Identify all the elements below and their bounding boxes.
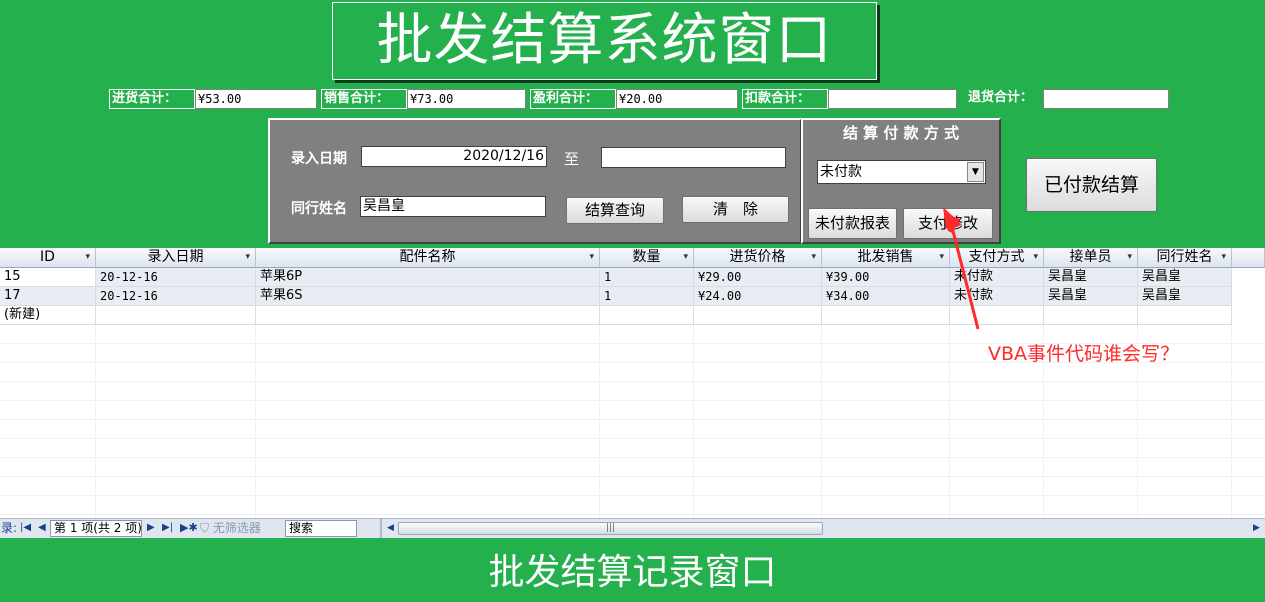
next-record-icon[interactable]: ▶ <box>147 519 155 538</box>
paid-settlement-button[interactable]: 已付款结算 <box>1026 158 1157 212</box>
table-cell[interactable]: 1 <box>600 268 694 287</box>
record-position-field[interactable]: 第 1 项(共 2 项) <box>50 520 142 537</box>
column-header-receiver[interactable]: 接单员 ▾ <box>1044 248 1138 268</box>
purchase-total-label: 进货合计： <box>109 89 195 109</box>
filter-panel: 录入日期 2020/12/16 至 同行姓名 吴昌皇 结算查询 清 除 <box>268 118 802 244</box>
table-cell[interactable]: 苹果6S <box>256 287 600 306</box>
record-navigation-bar: 录: |◀ ◀ 第 1 项(共 2 项) ▶ ▶| ▶✱ ⛉ 无筛选器 搜索 ◀… <box>0 518 1265 538</box>
table-cell[interactable] <box>600 306 694 325</box>
dropdown-arrow-icon[interactable]: ▾ <box>245 248 250 267</box>
profit-total-label: 盈利合计： <box>530 89 616 109</box>
record-datasheet[interactable]: ID ▾ 录入日期 ▾ 配件名称 ▾ 数量 ▾ 进货价格 ▾ 批发销售 ▾ 支付方式 ▾ 接单… <box>0 248 1265 518</box>
date-to-field[interactable] <box>601 147 786 168</box>
dropdown-arrow-icon[interactable]: ▾ <box>811 248 816 267</box>
filter-icon: ⛉ <box>200 521 210 535</box>
table-cell[interactable] <box>1138 306 1232 325</box>
new-record-row[interactable]: (新建) <box>0 306 96 325</box>
table-cell[interactable] <box>694 306 822 325</box>
dropdown-arrow-icon[interactable]: ▾ <box>85 248 90 267</box>
page-title: 批发结算系统窗口 <box>332 2 877 80</box>
deduction-total-label: 扣款合计： <box>742 89 828 109</box>
table-cell[interactable]: 15 <box>0 268 96 287</box>
table-cell[interactable] <box>96 306 256 325</box>
table-cell[interactable] <box>256 306 600 325</box>
sales-total-field[interactable]: ¥73.00 <box>407 89 526 109</box>
deduction-total-field[interactable] <box>828 89 957 109</box>
column-header-part-name[interactable]: 配件名称 ▾ <box>256 248 600 268</box>
table-cell[interactable]: 20-12-16 <box>96 287 256 306</box>
dropdown-arrow-icon[interactable]: ▾ <box>683 248 688 267</box>
new-record-icon[interactable]: ▶✱ <box>180 519 198 538</box>
search-input[interactable]: 搜索 <box>285 520 357 537</box>
dropdown-arrow-icon[interactable]: ▾ <box>589 248 594 267</box>
column-header-entry-date[interactable]: 录入日期 ▾ <box>96 248 256 268</box>
table-cell[interactable]: 17 <box>0 287 96 306</box>
column-header-quantity[interactable]: 数量 ▾ <box>600 248 694 268</box>
red-arrow-annotation <box>943 207 980 330</box>
peer-name-label: 同行姓名 <box>291 201 347 217</box>
annotation-text: VBA事件代码谁会写？ <box>988 343 1180 365</box>
last-record-icon[interactable]: ▶| <box>162 519 173 538</box>
table-cell[interactable]: ¥34.00 <box>822 287 950 306</box>
unpaid-report-button[interactable]: 未付款报表 <box>808 208 897 239</box>
purchase-total-field[interactable]: ¥53.00 <box>195 89 317 109</box>
previous-record-icon[interactable]: ◀ <box>38 519 46 538</box>
column-header-id[interactable]: ID ▾ <box>0 248 96 268</box>
table-cell[interactable] <box>822 306 950 325</box>
divider <box>380 519 382 538</box>
return-total-field[interactable] <box>1043 89 1169 109</box>
no-filter-button[interactable]: ⛉ 无筛选器 <box>200 519 261 538</box>
sales-total-label: 销售合计： <box>321 89 407 109</box>
footer-title: 批发结算记录窗口 <box>488 552 777 593</box>
dropdown-arrow-icon[interactable]: ▾ <box>1127 248 1132 267</box>
table-cell[interactable]: 吴昌皇 <box>1138 268 1232 287</box>
profit-total-field[interactable]: ¥20.00 <box>616 89 738 109</box>
table-cell[interactable]: 吴昌皇 <box>1044 268 1138 287</box>
table-cell[interactable]: ¥29.00 <box>694 268 822 287</box>
column-header-blank <box>1232 248 1265 268</box>
dropdown-arrow-icon[interactable]: ▾ <box>1033 248 1038 267</box>
first-record-icon[interactable]: |◀ <box>20 519 31 538</box>
payment-method-title: 结 算 付 款 方 式 <box>842 124 960 142</box>
table-cell[interactable]: 20-12-16 <box>96 268 256 287</box>
column-header-peer-name[interactable]: 同行姓名 ▾ <box>1138 248 1232 268</box>
table-cell[interactable]: 吴昌皇 <box>1044 287 1138 306</box>
return-total-label: 退货合计： <box>966 89 1044 109</box>
date-from-field[interactable]: 2020/12/16 <box>361 146 547 167</box>
chevron-down-icon[interactable]: ▼ <box>967 162 984 182</box>
scroll-left-icon[interactable]: ◀ <box>387 519 394 538</box>
settlement-query-button[interactable]: 结算查询 <box>566 197 664 224</box>
column-header-wholesale-price[interactable]: 批发销售 ▾ <box>822 248 950 268</box>
table-cell[interactable] <box>1044 306 1138 325</box>
scroll-right-icon[interactable]: ▶ <box>1253 519 1260 538</box>
table-cell[interactable]: ¥39.00 <box>822 268 950 287</box>
date-to-label: 至 <box>564 150 580 168</box>
table-cell[interactable]: ¥24.00 <box>694 287 822 306</box>
entry-date-label: 录入日期 <box>291 151 347 167</box>
payment-method-value: 未付款 <box>820 164 862 180</box>
table-cell[interactable]: 苹果6P <box>256 268 600 287</box>
dropdown-arrow-icon[interactable]: ▾ <box>1221 248 1226 267</box>
horizontal-scrollbar-thumb[interactable]: ||| <box>398 522 823 535</box>
clear-button[interactable]: 清 除 <box>682 196 789 223</box>
table-cell[interactable]: 吴昌皇 <box>1138 287 1232 306</box>
peer-name-field[interactable]: 吴昌皇 <box>360 196 546 217</box>
column-header-purchase-price[interactable]: 进货价格 ▾ <box>694 248 822 268</box>
payment-method-select[interactable]: 未付款 ▼ <box>817 160 986 184</box>
table-cell[interactable]: 1 <box>600 287 694 306</box>
record-label: 录: <box>1 521 18 535</box>
